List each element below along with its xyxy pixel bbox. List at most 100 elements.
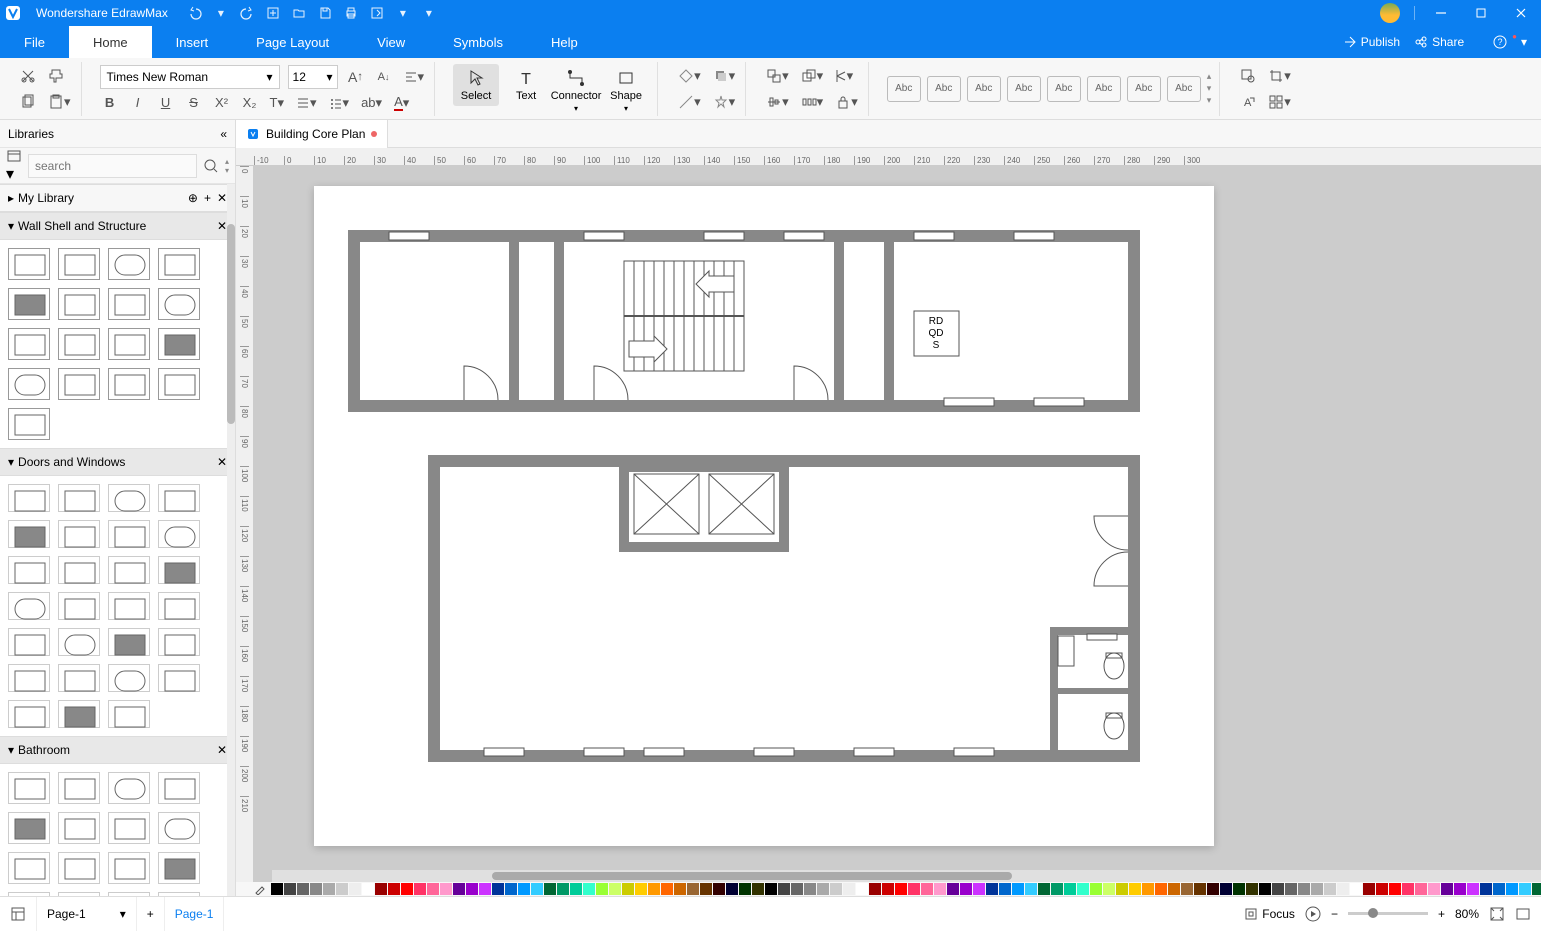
palette-swatch[interactable] [934, 883, 946, 895]
redo-button[interactable] [238, 4, 256, 22]
shape-item[interactable] [58, 592, 100, 620]
shape-item[interactable] [8, 368, 50, 400]
palette-swatch[interactable] [700, 883, 712, 895]
highlight-button[interactable]: ab▾ [359, 93, 384, 113]
palette-swatch[interactable] [674, 883, 686, 895]
new-button[interactable] [264, 4, 282, 22]
palette-swatch[interactable] [1376, 883, 1388, 895]
shape-item[interactable] [8, 664, 50, 692]
palette-swatch[interactable] [323, 883, 335, 895]
align-objects-button[interactable]: ▾ [764, 92, 791, 112]
palette-swatch[interactable] [778, 883, 790, 895]
palette-swatch[interactable] [570, 883, 582, 895]
shape-item[interactable] [58, 892, 100, 896]
menu-help[interactable]: Help [527, 26, 602, 58]
expand-icon[interactable]: ▸ [8, 191, 14, 205]
palette-swatch[interactable] [1168, 883, 1180, 895]
shape-item[interactable] [108, 628, 150, 656]
palette-swatch[interactable] [596, 883, 608, 895]
palette-swatch[interactable] [1038, 883, 1050, 895]
position-button[interactable]: ▾ [1266, 92, 1293, 112]
collapse-icon[interactable]: ▾ [8, 219, 14, 233]
theme-style-8[interactable]: Abc [1167, 76, 1201, 102]
palette-swatch[interactable] [1467, 883, 1479, 895]
palette-swatch[interactable] [375, 883, 387, 895]
bold-button[interactable]: B [100, 93, 120, 113]
palette-swatch[interactable] [1051, 883, 1063, 895]
palette-swatch[interactable] [947, 883, 959, 895]
palette-swatch[interactable] [661, 883, 673, 895]
palette-swatch[interactable] [1389, 883, 1401, 895]
find-button[interactable] [1238, 66, 1258, 86]
palette-swatch[interactable] [466, 883, 478, 895]
close-button[interactable] [1501, 0, 1541, 26]
theme-style-6[interactable]: Abc [1087, 76, 1121, 102]
copy-button[interactable] [18, 92, 38, 112]
shape-item[interactable] [158, 664, 200, 692]
menu-home[interactable]: Home [69, 26, 152, 58]
maximize-button[interactable] [1461, 0, 1501, 26]
shape-item[interactable] [58, 484, 100, 512]
section-wall-label[interactable]: Wall Shell and Structure [18, 219, 146, 233]
zoom-slider[interactable] [1348, 912, 1428, 915]
shape-item[interactable] [108, 664, 150, 692]
user-avatar[interactable] [1380, 3, 1400, 23]
palette-swatch[interactable] [297, 883, 309, 895]
shape-item[interactable] [108, 772, 150, 804]
qat-dropdown-2[interactable]: ▾ [394, 4, 412, 22]
save-button[interactable] [316, 4, 334, 22]
palette-swatch[interactable] [1103, 883, 1115, 895]
group-button[interactable]: ▾ [764, 66, 791, 86]
format-painter-button[interactable] [46, 66, 66, 86]
shape-item[interactable] [58, 288, 100, 320]
palette-swatch[interactable] [648, 883, 660, 895]
library-scrollbar[interactable] [227, 184, 235, 896]
palette-swatch[interactable] [1350, 883, 1362, 895]
palette-swatch[interactable] [1402, 883, 1414, 895]
palette-swatch[interactable] [362, 883, 374, 895]
align-button[interactable]: ▾ [402, 67, 427, 87]
export-button[interactable] [368, 4, 386, 22]
crop-button[interactable]: ▾ [1266, 66, 1293, 86]
palette-swatch[interactable] [544, 883, 556, 895]
shape-item[interactable] [108, 520, 150, 548]
palette-swatch[interactable] [414, 883, 426, 895]
palette-swatch[interactable] [1311, 883, 1323, 895]
superscript-button[interactable]: X² [212, 93, 232, 113]
canvas-viewport[interactable]: RD QD S [254, 166, 1541, 882]
palette-swatch[interactable] [1493, 883, 1505, 895]
share-button[interactable]: Share [1414, 35, 1464, 49]
palette-swatch[interactable] [1506, 883, 1518, 895]
zoom-level[interactable]: 80% [1455, 907, 1479, 921]
palette-swatch[interactable] [1246, 883, 1258, 895]
palette-swatch[interactable] [440, 883, 452, 895]
shape-item[interactable] [158, 288, 200, 320]
document-tab[interactable]: Building Core Plan [236, 120, 388, 148]
shape-item[interactable] [8, 852, 50, 884]
theme-more[interactable]: ▾ [1207, 95, 1212, 106]
shape-item[interactable] [158, 628, 200, 656]
palette-swatch[interactable] [895, 883, 907, 895]
bring-front-button[interactable]: ▾ [799, 66, 826, 86]
shape-item[interactable] [58, 556, 100, 584]
palette-swatch[interactable] [531, 883, 543, 895]
theme-style-1[interactable]: Abc [887, 76, 921, 102]
effects-button[interactable]: ▾ [711, 92, 738, 112]
palette-swatch[interactable] [336, 883, 348, 895]
replace-font-button[interactable]: A [1238, 92, 1258, 112]
zoom-out-button[interactable]: − [1331, 907, 1338, 921]
help-button[interactable]: ?●▾ [1492, 34, 1527, 50]
theme-style-4[interactable]: Abc [1007, 76, 1041, 102]
strikethrough-button[interactable]: S [184, 93, 204, 113]
palette-swatch[interactable] [1259, 883, 1271, 895]
shape-item[interactable] [108, 368, 150, 400]
fullscreen-button[interactable] [1515, 906, 1531, 922]
shape-item[interactable] [58, 328, 100, 360]
palette-swatch[interactable] [284, 883, 296, 895]
publish-button[interactable]: Publish [1343, 35, 1400, 49]
palette-swatch[interactable] [388, 883, 400, 895]
shape-item[interactable] [58, 520, 100, 548]
text-case-button[interactable]: T▾ [268, 93, 286, 113]
palette-swatch[interactable] [791, 883, 803, 895]
shape-item[interactable] [8, 592, 50, 620]
